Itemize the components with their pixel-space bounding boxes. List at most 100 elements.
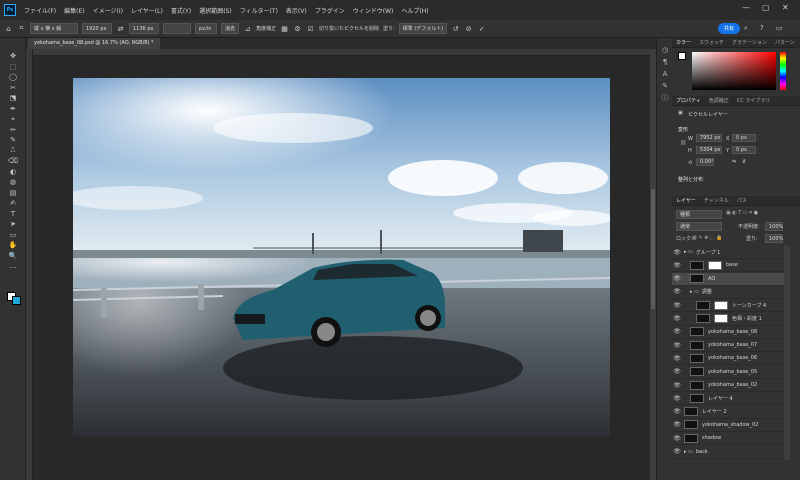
- layer-row[interactable]: 👁 ▸ ▭ 調整: [672, 286, 784, 299]
- layer-mask-thumbnail[interactable]: [708, 260, 722, 270]
- visibility-eye-icon[interactable]: 👁: [672, 435, 682, 442]
- tool-icon[interactable]: ✒: [0, 104, 26, 115]
- panel-tab[interactable]: CC ライブラリ: [733, 97, 775, 104]
- layer-row[interactable]: 👁 レイヤー 2: [672, 406, 784, 419]
- tool-icon[interactable]: ✍: [0, 198, 26, 209]
- background-color-swatch[interactable]: [12, 296, 21, 305]
- tool-icon[interactable]: ✂: [0, 83, 26, 94]
- width-field[interactable]: 7952 px: [696, 134, 722, 142]
- visibility-eye-icon[interactable]: 👁: [672, 342, 682, 349]
- tool-icon[interactable]: ✏: [0, 125, 26, 136]
- tool-icon[interactable]: ◍: [0, 177, 26, 188]
- document-image[interactable]: [73, 78, 610, 436]
- folder-icon[interactable]: ▸ ▭: [684, 249, 693, 255]
- panel-tab[interactable]: パターン: [771, 39, 799, 46]
- color-field[interactable]: [692, 52, 776, 90]
- layer-row[interactable]: 👁 yokohama_base_05: [672, 366, 784, 379]
- layer-row[interactable]: 👁 トーンカーブ 4: [672, 299, 784, 313]
- tool-icon[interactable]: ◐: [0, 167, 26, 178]
- tool-icon[interactable]: …: [0, 261, 26, 272]
- reset-icon[interactable]: ↺: [451, 24, 460, 33]
- crop-tool-icon[interactable]: ⌗: [17, 24, 26, 33]
- fill-field[interactable]: 100%: [765, 234, 783, 243]
- filter-icons[interactable]: ▣ ◐ T ▭ ⌗ ●: [726, 210, 758, 216]
- menu-item[interactable]: ヘルプ(H): [397, 6, 432, 15]
- visibility-eye-icon[interactable]: 👁: [672, 448, 682, 455]
- layers-scrollbar[interactable]: [784, 246, 790, 460]
- color-picker[interactable]: [678, 52, 686, 60]
- layer-row[interactable]: 👁 yokohama_base_08: [672, 326, 784, 339]
- layer-row[interactable]: 👁 yokohama_shadow_02: [672, 419, 784, 432]
- tool-icon[interactable]: ⬚: [0, 62, 26, 73]
- tool-icon[interactable]: ◯: [0, 72, 26, 83]
- panel-tab[interactable]: 色調補正: [705, 97, 733, 104]
- menu-item[interactable]: プラグイン: [311, 6, 349, 15]
- layer-row[interactable]: 👁 yokohama_base_07: [672, 339, 784, 353]
- layer-row[interactable]: 👁 ▸ ▭ グループ 1: [672, 246, 784, 259]
- menu-item[interactable]: ウィンドウ(W): [349, 6, 398, 15]
- panel-tab[interactable]: プロパティ: [672, 97, 705, 104]
- transform-heading[interactable]: 変形: [678, 126, 688, 133]
- tool-icon[interactable]: ⌫: [0, 156, 26, 167]
- tool-icon[interactable]: ▤: [0, 188, 26, 199]
- character-icon[interactable]: A: [657, 68, 673, 80]
- straighten-label[interactable]: 角度補正: [256, 25, 276, 32]
- visibility-eye-icon[interactable]: 👁: [672, 302, 682, 309]
- opacity-field[interactable]: 100%: [765, 222, 783, 231]
- x-field[interactable]: 0 px: [732, 134, 756, 142]
- checkbox-icon[interactable]: ☑: [306, 24, 315, 33]
- panel-tab[interactable]: レイヤー: [672, 197, 700, 204]
- menu-item[interactable]: 編集(E): [60, 6, 88, 15]
- clear-button[interactable]: 消去: [221, 23, 240, 34]
- info-icon[interactable]: ⓘ: [657, 92, 673, 104]
- visibility-eye-icon[interactable]: 👁: [672, 395, 682, 402]
- layer-mask-thumbnail[interactable]: [714, 300, 728, 310]
- grid-overlay-icon[interactable]: ▦: [280, 24, 289, 33]
- lock-icons[interactable]: ▦ ✎ ✥ ⬚ 🔒: [692, 235, 722, 241]
- tool-icon[interactable]: ⎍: [0, 146, 26, 157]
- visibility-eye-icon[interactable]: 👁: [672, 262, 682, 269]
- commit-icon[interactable]: ✓: [477, 24, 486, 33]
- share-button[interactable]: 共有: [718, 23, 740, 34]
- gear-icon[interactable]: ⚙: [293, 24, 302, 33]
- help-icon[interactable]: ?: [760, 24, 764, 32]
- resolution-input[interactable]: [163, 23, 191, 34]
- layer-row[interactable]: 👁 yokohama_base_02: [672, 379, 784, 392]
- crop-ratio-select[interactable]: 縦 x 横 x 解: [30, 23, 78, 34]
- crop-height-input[interactable]: 1136 px: [129, 23, 159, 34]
- layer-filter-select[interactable]: 種類: [676, 210, 722, 219]
- link-icon[interactable]: ⛓: [680, 140, 686, 146]
- swap-icon[interactable]: ⇄: [116, 24, 125, 33]
- folder-icon[interactable]: ▸ ▭: [690, 289, 699, 295]
- menu-item[interactable]: レイヤー(L): [127, 6, 167, 15]
- angle-field[interactable]: 0.00°: [696, 158, 714, 166]
- flip-horizontal-icon[interactable]: ⇋: [732, 159, 736, 165]
- close-icon[interactable]: ✕: [782, 3, 789, 12]
- cancel-icon[interactable]: ⊘: [464, 24, 473, 33]
- tool-icon[interactable]: ✎: [0, 135, 26, 146]
- layer-mask-thumbnail[interactable]: [714, 314, 728, 323]
- visibility-eye-icon[interactable]: 👁: [672, 328, 682, 335]
- align-distribute-heading[interactable]: 整列と分布: [678, 176, 703, 183]
- visibility-eye-icon[interactable]: 👁: [672, 355, 682, 362]
- layer-row[interactable]: 👁 shadow: [672, 432, 784, 446]
- history-icon[interactable]: ◷: [657, 44, 673, 56]
- menu-item[interactable]: 書式(Y): [167, 6, 195, 15]
- menu-item[interactable]: 表示(V): [282, 6, 311, 15]
- delete-cropped-checkbox-label[interactable]: 切り抜いたピクセルを削除: [319, 25, 379, 32]
- maximize-icon[interactable]: ▢: [762, 3, 770, 12]
- visibility-eye-icon[interactable]: 👁: [672, 315, 682, 322]
- document-tab[interactable]: yokohama_base_08.psd @ 16.7% (AO, RGB/8)…: [28, 38, 160, 49]
- panel-tab[interactable]: スウォッチ: [695, 39, 728, 46]
- home-icon[interactable]: ⌂: [4, 24, 13, 33]
- panel-tab[interactable]: チャンネル: [700, 197, 733, 204]
- tool-icon[interactable]: ⌖: [0, 114, 26, 125]
- brush-settings-icon[interactable]: ✎: [657, 80, 673, 92]
- visibility-eye-icon[interactable]: 👁: [672, 249, 682, 256]
- panel-tab[interactable]: グラデーション: [728, 39, 771, 46]
- tool-icon[interactable]: 🔍: [0, 251, 26, 262]
- height-field[interactable]: 5304 px: [696, 146, 722, 154]
- menu-item[interactable]: フィルター(T): [236, 6, 282, 15]
- layer-row[interactable]: 👁 レイヤー 4: [672, 392, 784, 406]
- minimize-icon[interactable]: —: [742, 3, 750, 12]
